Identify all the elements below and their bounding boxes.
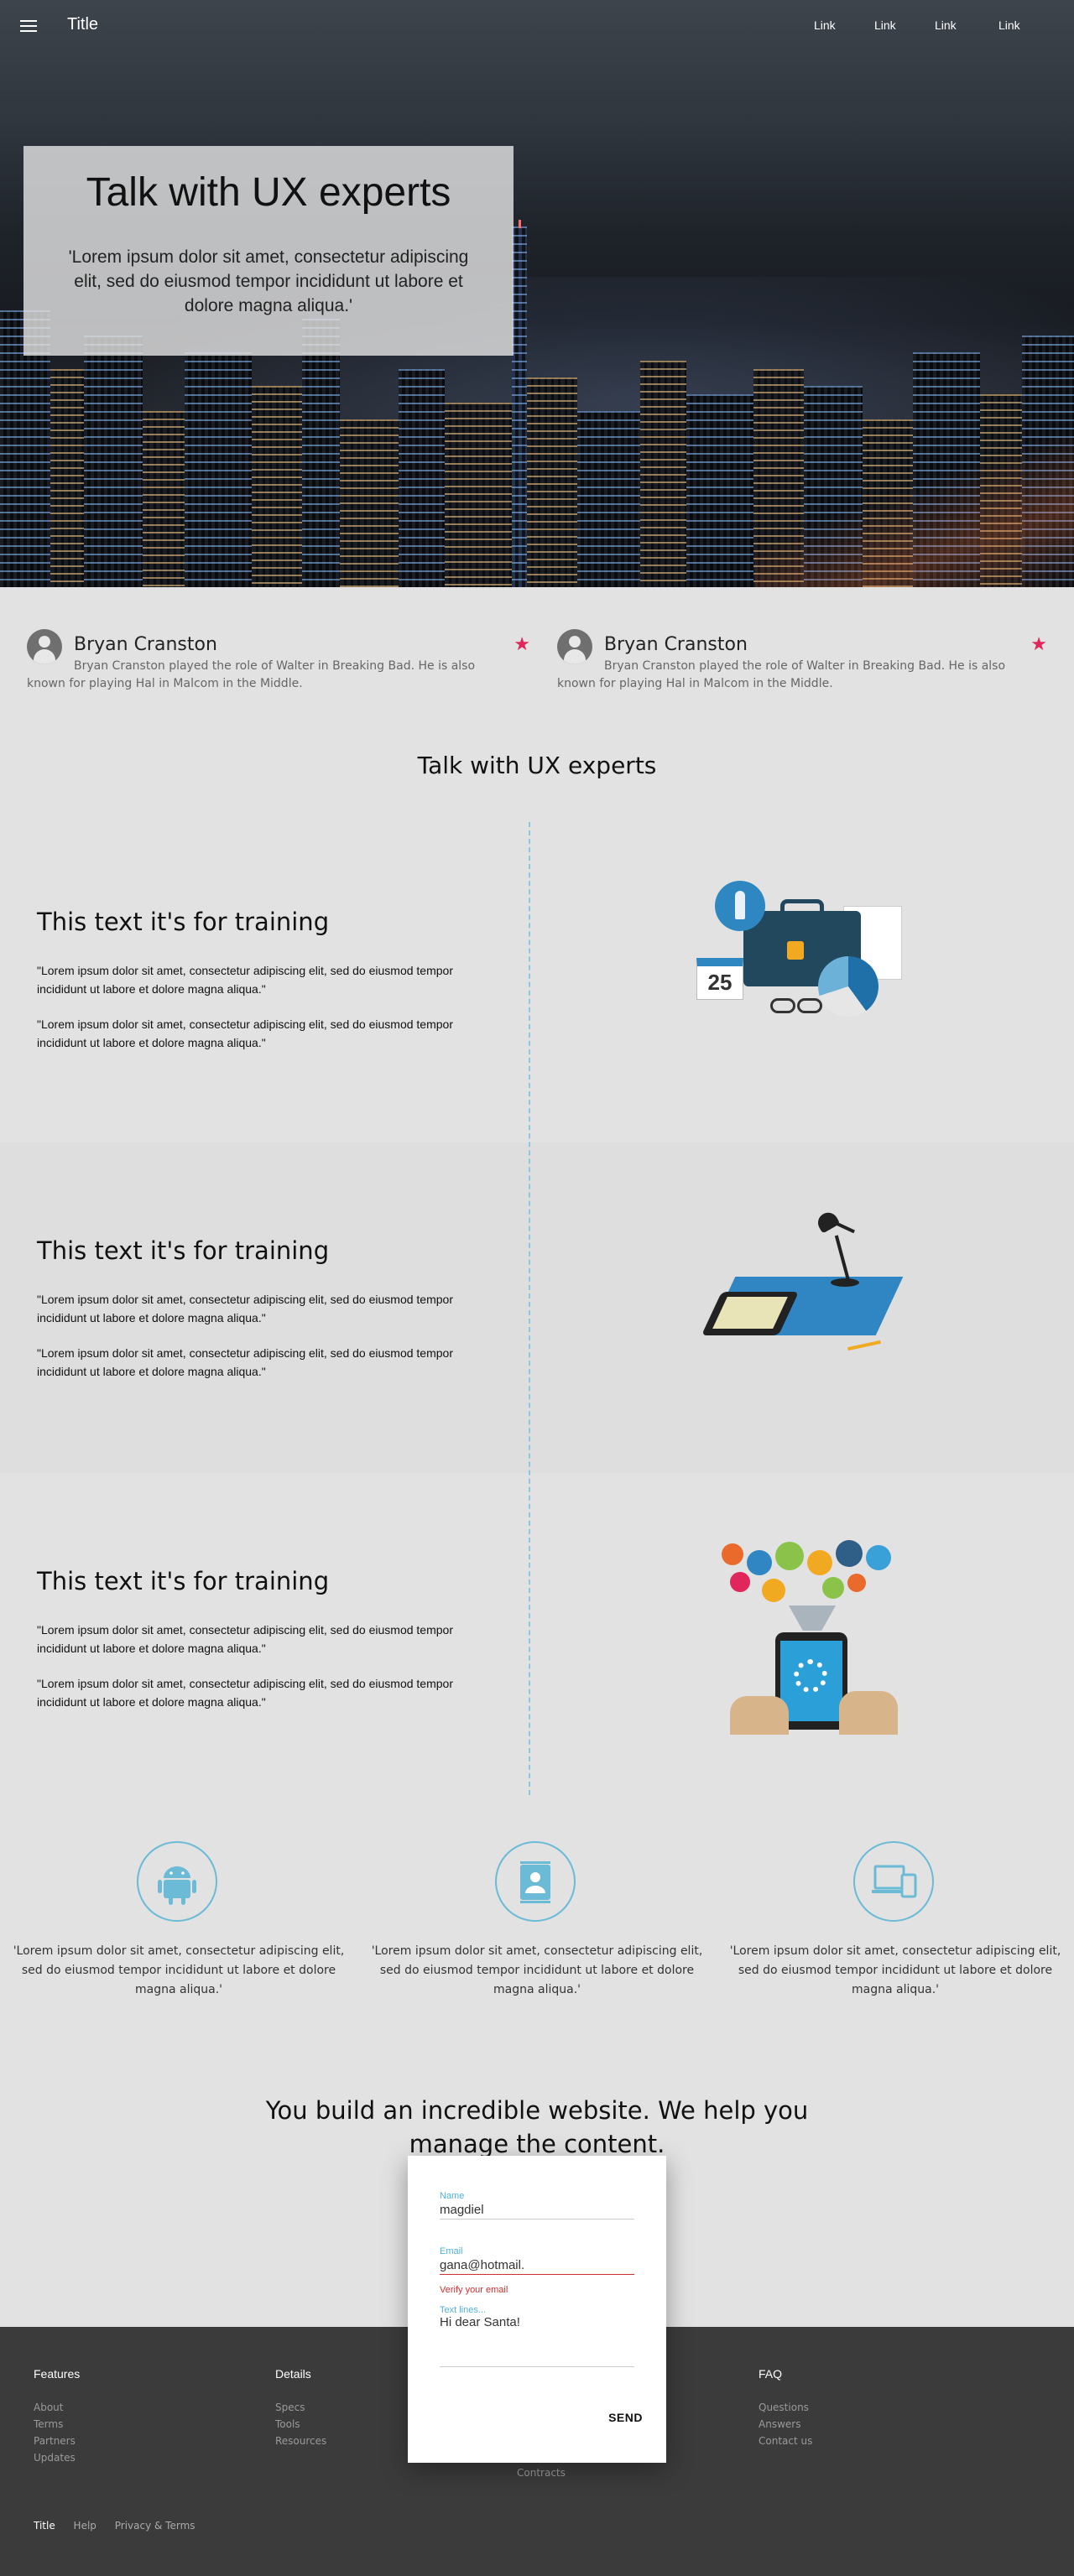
name-field[interactable] [440, 2201, 634, 2220]
footer-link[interactable]: Questions [759, 2399, 812, 2416]
footer-link[interactable]: Updates [34, 2449, 80, 2466]
content-row: This text it's for training "Lorem ipsum… [0, 1473, 1074, 1803]
contact-card-icon [495, 1841, 576, 1922]
nav-link-2[interactable]: Link [874, 18, 896, 32]
star-icon[interactable]: ★ [514, 634, 530, 655]
timeline-divider [529, 822, 530, 1795]
row-paragraph: "Lorem ipsum dolor sit amet, consectetur… [37, 1293, 453, 1324]
app-title: Title [67, 15, 99, 34]
calendar-icon: 25 [696, 958, 743, 1000]
footer-bottom-bar: Title Help Privacy & Terms [34, 2520, 211, 2532]
row-paragraph: "Lorem ipsum dolor sit amet, consectetur… [37, 1677, 453, 1709]
email-label: Email [440, 2246, 463, 2256]
nav-link-1[interactable]: Link [814, 18, 836, 32]
content-row: This text it's for training "Lorem ipsum… [0, 1142, 1074, 1473]
footer-link[interactable]: Contracts [517, 2464, 566, 2481]
briefcase-illustration: 25 [696, 881, 915, 1023]
message-textarea[interactable]: Hi dear Santa! [440, 2315, 634, 2367]
footer-help-link[interactable]: Help [74, 2520, 96, 2532]
testimonials: Bryan Cranston Bryan Cranston played the… [0, 587, 1074, 726]
footer-column-title: Details [275, 2367, 311, 2381]
cta-heading: You build an incredible website. We help… [265, 2096, 809, 2158]
nav-link-3[interactable]: Link [935, 18, 957, 32]
testimonial-text: Bryan Cranston played the role of Walter… [557, 659, 1006, 690]
testimonial-card: Bryan Cranston Bryan Cranston played the… [557, 629, 1047, 696]
section-heading: Talk with UX experts [417, 752, 657, 779]
testimonial-text: Bryan Cranston played the role of Walter… [27, 659, 476, 690]
send-button[interactable]: SEND [608, 2411, 643, 2424]
row-paragraph: "Lorem ipsum dolor sit amet, consectetur… [37, 1623, 453, 1655]
row-title: This text it's for training [37, 1236, 330, 1265]
content-row: This text it's for training "Lorem ipsum… [0, 814, 1074, 1142]
footer-privacy-link[interactable]: Privacy & Terms [115, 2520, 196, 2532]
footer-link[interactable]: Specs [275, 2399, 326, 2416]
footer-link[interactable]: Partners [34, 2433, 80, 2449]
row-paragraph: "Lorem ipsum dolor sit amet, consectetur… [37, 1017, 453, 1049]
hero-text: 'Lorem ipsum dolor sit amet, consectetur… [68, 247, 469, 315]
testimonial-name: Bryan Cranston [74, 634, 217, 655]
footer-column-title: Features [34, 2367, 81, 2381]
email-error-text: Verify your email [440, 2285, 508, 2295]
row-title: This text it's for training [37, 908, 330, 936]
app-bar: Title Link Link Link Link [0, 0, 1074, 54]
devices-icon [853, 1841, 934, 1922]
row-paragraph: "Lorem ipsum dolor sit amet, consectetur… [37, 964, 453, 996]
contact-form-dialog: Name Email Verify your email Text lines.… [408, 2156, 666, 2463]
name-label: Name [440, 2191, 465, 2201]
footer-link[interactable]: Answers [759, 2416, 812, 2433]
email-field[interactable] [440, 2256, 634, 2275]
footer-link[interactable]: Resources [275, 2433, 326, 2449]
footer-column: FAQ Questions Answers Contact us [759, 2367, 812, 2449]
footer-column: Features About Terms Partners Updates [34, 2367, 80, 2466]
feature-text: 'Lorem ipsum dolor sit amet, consectetur… [729, 1944, 1061, 1996]
testimonial-name: Bryan Cranston [604, 634, 748, 655]
message-label: Text lines... [440, 2305, 487, 2315]
footer-link[interactable]: Contact us [759, 2433, 812, 2449]
hero-banner: Title Link Link Link Link Talk with UX e… [0, 0, 1074, 587]
blueprint-illustration [696, 1209, 915, 1361]
nav-link-4[interactable]: Link [998, 18, 1020, 32]
footer-title-link[interactable]: Title [34, 2520, 55, 2532]
row-paragraph: "Lorem ipsum dolor sit amet, consectetur… [37, 1346, 453, 1378]
footer-column: Contracts [517, 2464, 566, 2481]
feature-text: 'Lorem ipsum dolor sit amet, consectetur… [371, 1944, 703, 1996]
footer-link[interactable]: About [34, 2399, 80, 2416]
footer-link[interactable]: Terms [34, 2416, 80, 2433]
row-title: This text it's for training [37, 1567, 330, 1595]
hero-title: Talk with UX experts [86, 170, 451, 215]
star-icon[interactable]: ★ [1030, 634, 1047, 655]
menu-icon[interactable] [20, 18, 37, 34]
footer-column: Details Specs Tools Resources [275, 2367, 326, 2449]
footer-link[interactable]: Tools [275, 2416, 326, 2433]
android-icon [137, 1841, 217, 1922]
hero-card: Talk with UX experts 'Lorem ipsum dolor … [23, 146, 514, 356]
app-bubbles-illustration [713, 1538, 911, 1735]
testimonial-card: Bryan Cranston Bryan Cranston played the… [27, 629, 530, 696]
feature-text: 'Lorem ipsum dolor sit amet, consectetur… [13, 1944, 345, 1996]
footer-column-title: FAQ [759, 2367, 783, 2381]
